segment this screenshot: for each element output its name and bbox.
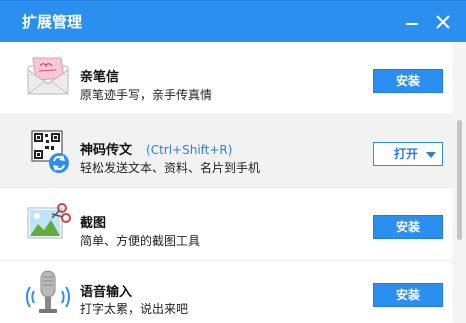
microphone-icon xyxy=(25,270,71,313)
install-button[interactable]: 安装 xyxy=(373,69,443,93)
chevron-down-icon xyxy=(426,152,436,158)
list-item-handwritten-letter: 亲笔信 原笔迹手写，亲手传真情 安装 xyxy=(0,42,452,114)
list-item-voice-input: 语音输入 打字太累，说出来吧 安装 xyxy=(0,261,452,323)
qr-code-sync-icon xyxy=(31,130,69,173)
close-icon xyxy=(436,15,450,29)
title-bar: 扩展管理 xyxy=(0,0,466,42)
screenshot-scissors-icon xyxy=(27,203,71,239)
extension-description: 原笔迹手写，亲手传真情 xyxy=(80,88,213,102)
extension-list: 亲笔信 原笔迹手写，亲手传真情 安装 神码传文 (Ctrl+Shift+R) 轻… xyxy=(0,42,466,323)
extension-name: 亲笔信 xyxy=(80,70,120,85)
close-button[interactable] xyxy=(433,12,453,32)
extension-manager-window: 扩展管理 亲笔信 原笔迹手写，亲手传真情 安装 神码传文 (Ctrl+Shift… xyxy=(0,0,466,323)
minimize-button[interactable] xyxy=(402,12,422,32)
install-button[interactable]: 安装 xyxy=(373,215,443,239)
scrollbar-thumb[interactable] xyxy=(457,120,462,240)
open-button-label: 打开 xyxy=(394,147,419,161)
open-dropdown-button[interactable]: 打开 xyxy=(373,142,443,166)
install-button[interactable]: 安装 xyxy=(373,283,443,307)
extension-title: 神码传文 xyxy=(80,143,133,158)
list-item-shenma-transfer: 神码传文 (Ctrl+Shift+R) 轻松发送文本、资料、名片到手机 打开 xyxy=(0,115,452,187)
window-title: 扩展管理 xyxy=(22,13,83,31)
list-item-screenshot: 截图 简单、方便的截图工具 安装 xyxy=(0,188,452,260)
extension-name: 截图 xyxy=(80,216,107,231)
extension-description: 简单、方便的截图工具 xyxy=(80,234,201,248)
extension-name: 神码传文 (Ctrl+Shift+R) xyxy=(80,139,232,158)
envelope-letter-icon xyxy=(27,57,69,95)
keyboard-shortcut: (Ctrl+Shift+R) xyxy=(146,143,233,157)
extension-description: 打字太累，说出来吧 xyxy=(80,302,189,316)
extension-description: 轻松发送文本、资料、名片到手机 xyxy=(80,161,261,175)
vertical-scrollbar[interactable] xyxy=(452,42,466,323)
extension-name: 语音输入 xyxy=(80,285,133,300)
minimize-icon xyxy=(406,23,418,25)
